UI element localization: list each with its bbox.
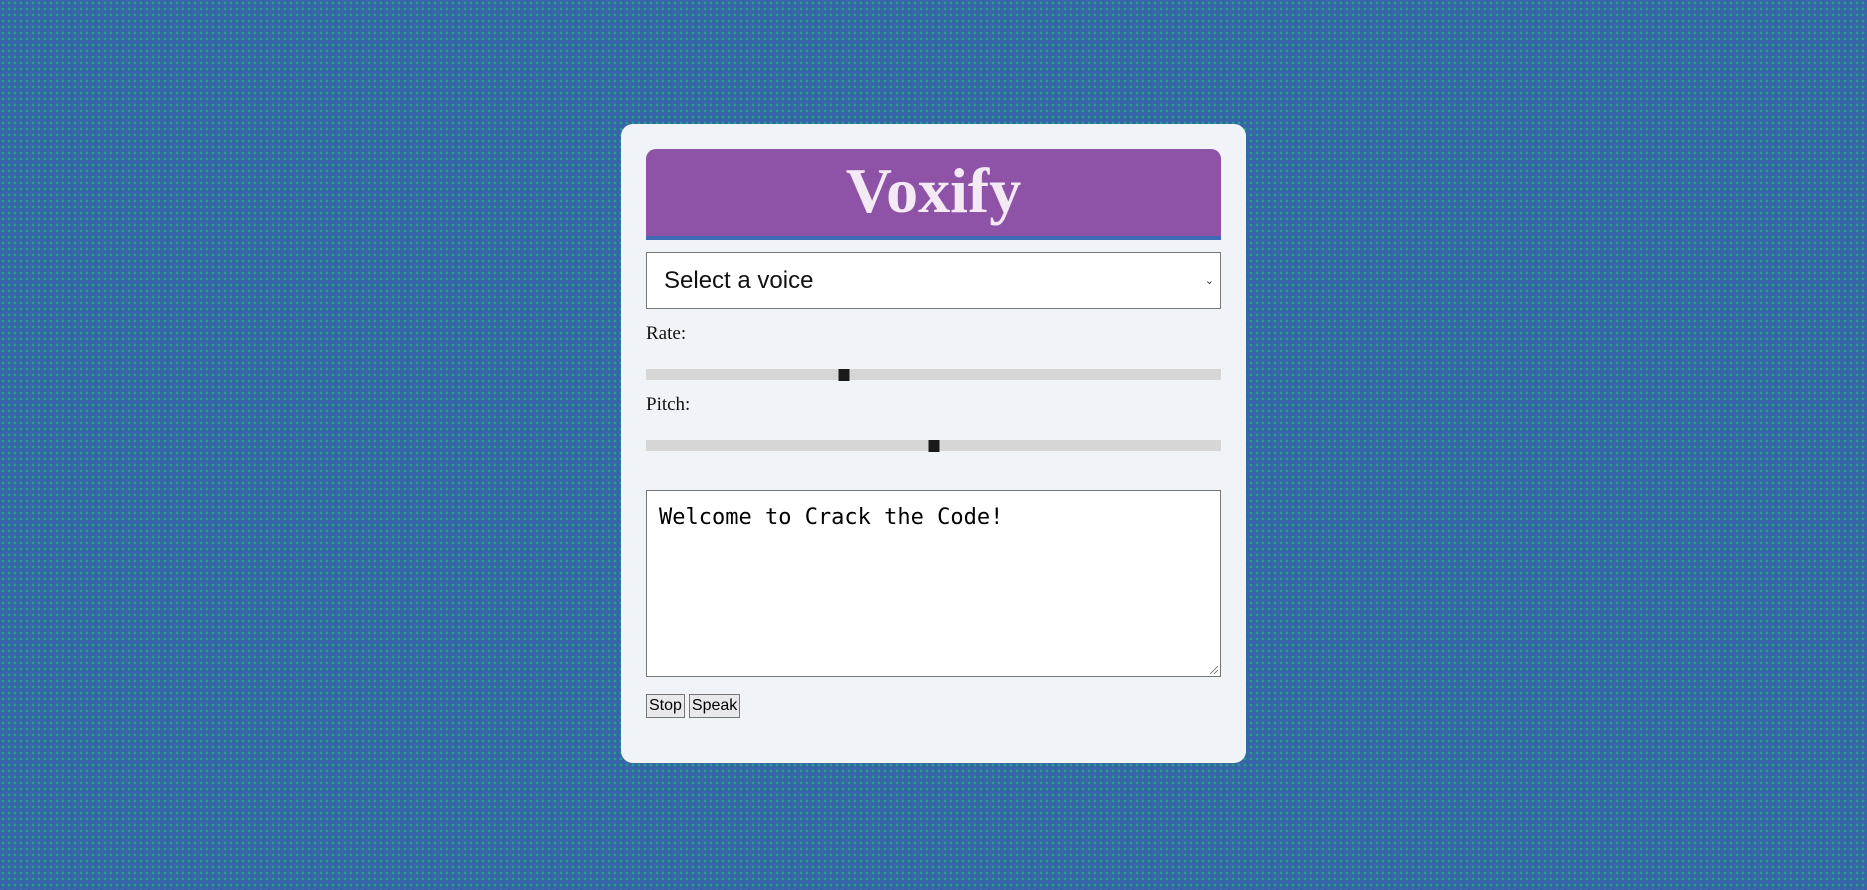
resize-grip-icon[interactable] [1210, 666, 1218, 674]
pitch-label: Pitch: [646, 394, 691, 415]
stop-button[interactable]: Stop [646, 694, 685, 718]
speech-text-input[interactable]: Welcome to Crack the Code! [646, 490, 1221, 677]
voice-select-value: Select a voice [664, 266, 814, 294]
button-row: Stop Speak [646, 694, 1221, 718]
voxify-card: Voxify Select a voice ⌄ Rate: Pitch: Wel… [621, 124, 1246, 763]
speech-text-value: Welcome to Crack the Code! [659, 505, 1004, 530]
chevron-down-icon: ⌄ [1204, 273, 1214, 287]
pitch-slider[interactable] [646, 439, 1221, 452]
rate-slider-thumb[interactable] [838, 368, 850, 381]
app-title: Voxify [845, 154, 1022, 226]
page-background: { "app": { "title": "Voxify" }, "voice_s… [0, 0, 1867, 890]
speak-button[interactable]: Speak [688, 694, 741, 718]
voice-select[interactable]: Select a voice ⌄ [646, 252, 1221, 309]
rate-slider[interactable] [646, 368, 1221, 381]
app-header: Voxify [646, 149, 1221, 240]
rate-label: Rate: [646, 323, 687, 344]
pitch-slider-thumb[interactable] [928, 439, 939, 452]
